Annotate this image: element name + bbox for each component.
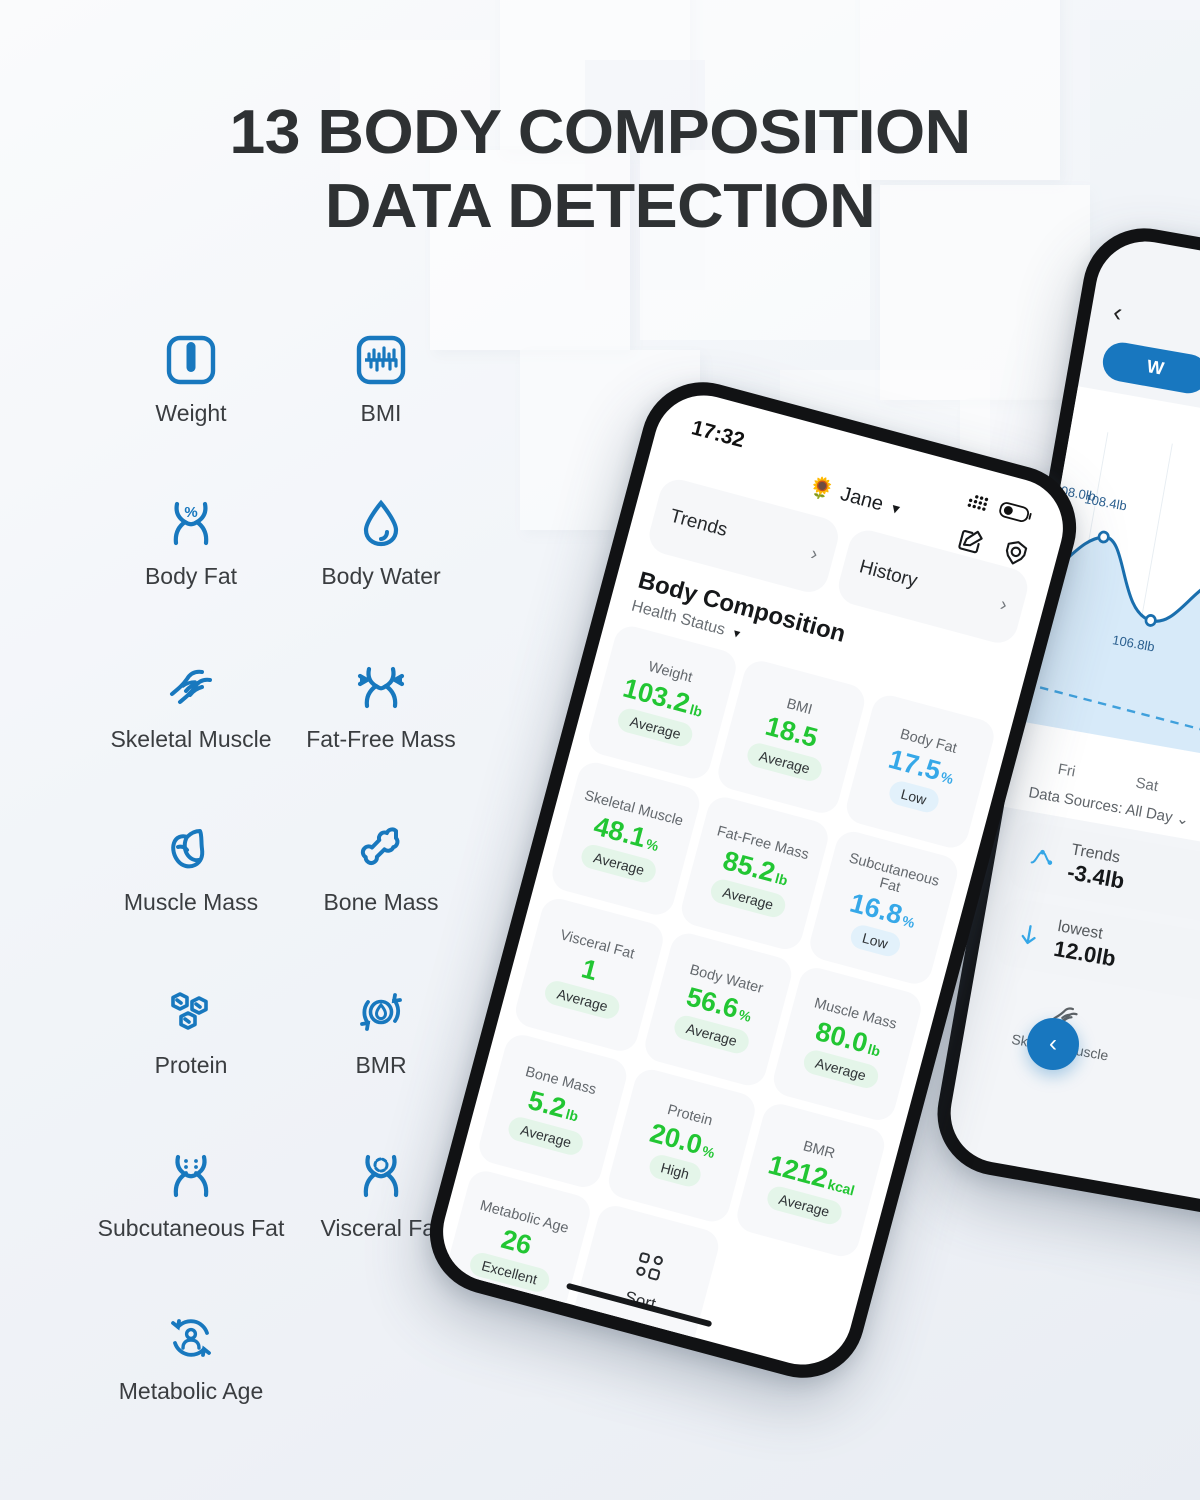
chevron-left-icon: ‹ <box>1049 1030 1057 1057</box>
metric-tab-fat-free-mass[interactable]: F <box>1150 1017 1200 1101</box>
nav-card-label: History <box>857 556 920 592</box>
signal-dots-icon <box>965 491 996 518</box>
status-badge: Excellent <box>467 1250 552 1295</box>
front-phone-screen: 17:32 🌻 Jane ▼ Trends › History › Body C… <box>431 384 1075 1376</box>
metric-card-grid: Weight 103.2lb Average BMI 18.5 Average … <box>432 609 1014 1375</box>
metric-card-skeletal-muscle[interactable]: Skeletal Muscle 48.1% Average <box>548 758 703 919</box>
metric-card-bone-mass[interactable]: Bone Mass 5.2lb Average <box>475 1031 630 1191</box>
range-tab-w[interactable]: W <box>1099 339 1200 397</box>
arrow-down-icon <box>1012 918 1047 953</box>
metric-card-metabolic-age[interactable]: Metabolic Age 26 Excellent <box>438 1167 594 1328</box>
sunflower-emoji: 🌻 <box>805 474 838 504</box>
sort-grid-icon <box>632 1250 665 1287</box>
metric-card-muscle-mass[interactable]: Muscle Mass 80.0lb Average <box>770 964 925 1124</box>
metric-value: 26 <box>498 1224 535 1261</box>
chevron-left-icon[interactable]: ‹ <box>1111 297 1125 328</box>
metric-card-subcutaneous-fat[interactable]: Subcutaneous Fat 16.8% Low <box>806 827 962 988</box>
chevron-down-icon[interactable]: ▼ <box>888 500 904 518</box>
metric-card-body-fat[interactable]: Body Fat 17.5% Low <box>843 691 998 852</box>
sort-button[interactable]: Sort <box>568 1201 723 1362</box>
x-tick-label: Fri <box>1056 760 1077 781</box>
chevron-down-icon[interactable]: ▼ <box>730 627 744 641</box>
trend-line-icon <box>1025 841 1060 876</box>
metric-card-bmr[interactable]: BMR 1212kcal Average <box>733 1100 889 1261</box>
x-tick-label: Sat <box>1134 774 1160 796</box>
metric-card-bmi[interactable]: BMI 18.5 Average <box>714 657 869 817</box>
chevron-right-icon: › <box>808 543 821 566</box>
metric-card-protein[interactable]: Protein 20.0% High <box>604 1065 760 1226</box>
metric-tab-label: F <box>1150 1055 1200 1101</box>
chevron-right-icon: › <box>997 594 1010 616</box>
metric-value: 1 <box>578 953 601 987</box>
nav-card-label: Trends <box>667 505 730 541</box>
metric-card-weight[interactable]: Weight 103.2lb Average <box>584 622 740 783</box>
metric-card-body-water[interactable]: Body Water 56.6% Average <box>641 929 796 1090</box>
collapse-panel-button[interactable]: ‹ <box>1027 1018 1079 1070</box>
metric-card-visceral-fat[interactable]: Visceral Fat 1 Average <box>511 894 667 1055</box>
status-badge: Average <box>542 978 623 1022</box>
metric-card-fat-free-mass[interactable]: Fat-Free Mass 85.2lb Average <box>677 793 833 954</box>
chevron-down-icon[interactable]: ⌄ <box>1175 810 1190 829</box>
